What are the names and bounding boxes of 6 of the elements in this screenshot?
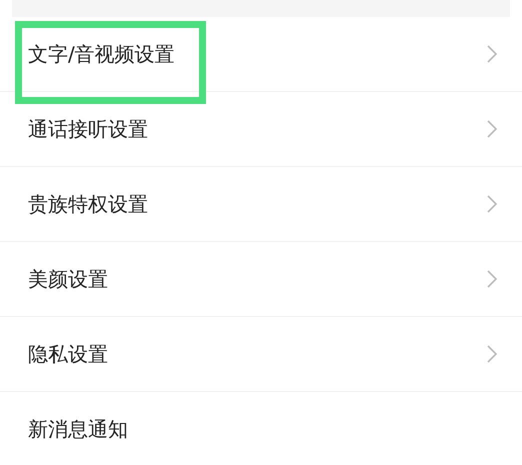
settings-item[interactable]: 美颜设置 [28, 266, 108, 292]
settings-item[interactable]: 隐私设置 [28, 340, 108, 368]
settings-item[interactable]: 贵族特权设置 [28, 190, 148, 218]
settings-item[interactable]: 新消息通知 [28, 416, 128, 443]
settings-item[interactable]: 文字/音视频设置 [28, 40, 175, 68]
settings-item[interactable]: 通话接听设置 [28, 116, 148, 142]
